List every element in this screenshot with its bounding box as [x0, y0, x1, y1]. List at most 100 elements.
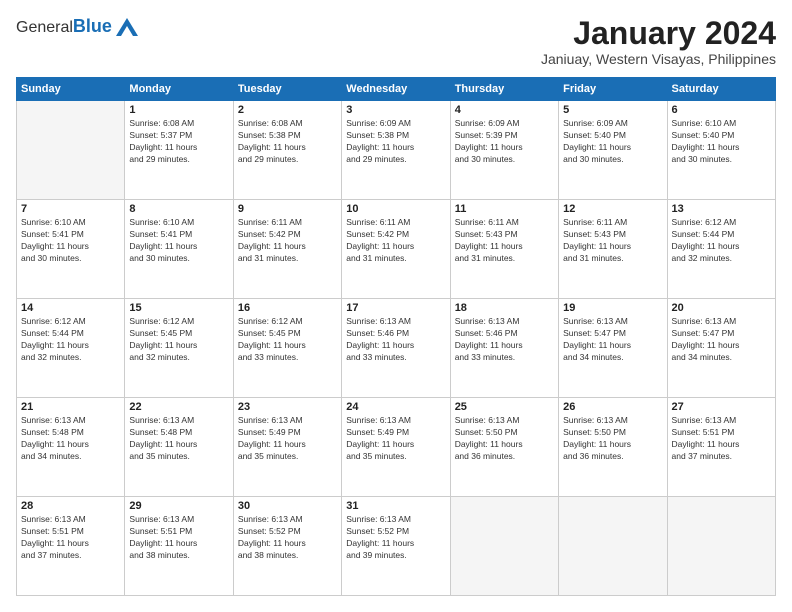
table-row: 15Sunrise: 6:12 AMSunset: 5:45 PMDayligh…: [125, 299, 233, 398]
day-number: 6: [672, 104, 771, 116]
cell-info: Sunrise: 6:09 AMSunset: 5:39 PMDaylight:…: [455, 118, 554, 166]
cell-info: Sunrise: 6:13 AMSunset: 5:49 PMDaylight:…: [346, 415, 445, 463]
day-number: 19: [563, 302, 662, 314]
day-number: 12: [563, 203, 662, 215]
cell-info: Sunrise: 6:13 AMSunset: 5:46 PMDaylight:…: [455, 316, 554, 364]
cell-info: Sunrise: 6:11 AMSunset: 5:43 PMDaylight:…: [455, 217, 554, 265]
table-row: 26 Sunrise: 6:13 AMSunset: 5:50 PMDayligh…: [559, 398, 667, 497]
cell-info: Sunrise: 6:13 AMSunset: 5:52 PMDaylight:…: [238, 514, 337, 562]
calendar-week-row: 7 Sunrise: 6:10 AMSunset: 5:41 PMDaylight…: [17, 200, 776, 299]
table-row: 13 Sunrise: 6:12 AMSunset: 5:44 PMDayligh…: [667, 200, 775, 299]
day-number: 24: [346, 401, 445, 413]
cell-info: Sunrise: 6:11 AMSunset: 5:42 PMDaylight:…: [346, 217, 445, 265]
cell-info: Sunrise: 6:09 AMSunset: 5:38 PMDaylight:…: [346, 118, 445, 166]
header: GeneralBlue January 2024 Janiuay, Wester…: [16, 16, 776, 67]
table-row: 12Sunrise: 6:11 AMSunset: 5:43 PMDayligh…: [559, 200, 667, 299]
cell-info: Sunrise: 6:11 AMSunset: 5:42 PMDaylight:…: [238, 217, 337, 265]
cell-info: Sunrise: 6:13 AMSunset: 5:47 PMDaylight:…: [563, 316, 662, 364]
logo-general: General: [16, 19, 73, 36]
table-row: 19 Sunrise: 6:13 AMSunset: 5:47 PMDayligh…: [559, 299, 667, 398]
cell-info: Sunrise: 6:13 AMSunset: 5:50 PMDaylight:…: [455, 415, 554, 463]
day-number: 4: [455, 104, 554, 116]
day-number: 20: [672, 302, 771, 314]
page: GeneralBlue January 2024 Janiuay, Wester…: [0, 0, 792, 612]
day-number: 25: [455, 401, 554, 413]
table-row: 16 Sunrise: 6:12 AMSunset: 5:45 PMDayligh…: [233, 299, 341, 398]
calendar-table: Sunday Monday Tuesday Wednesday Thursday…: [16, 77, 776, 596]
calendar-week-row: 21Sunrise: 6:13 AMSunset: 5:48 PMDayligh…: [17, 398, 776, 497]
cell-info: Sunrise: 6:09 AMSunset: 5:40 PMDaylight:…: [563, 118, 662, 166]
col-sunday: Sunday: [17, 78, 125, 101]
cell-info: Sunrise: 6:13 AMSunset: 5:47 PMDaylight:…: [672, 316, 771, 364]
day-number: 5: [563, 104, 662, 116]
cell-info: Sunrise: 6:12 AMSunset: 5:45 PMDaylight:…: [129, 316, 228, 364]
day-number: 17: [346, 302, 445, 314]
table-row: 3Sunrise: 6:09 AMSunset: 5:38 PMDaylight…: [342, 101, 450, 200]
day-number: 14: [21, 302, 120, 314]
table-row: 30 Sunrise: 6:13 AMSunset: 5:52 PMDayligh…: [233, 497, 341, 596]
table-row: 2Sunrise: 6:08 AMSunset: 5:38 PMDaylight…: [233, 101, 341, 200]
location-subtitle: Janiuay, Western Visayas, Philippines: [541, 51, 776, 67]
table-row: 7 Sunrise: 6:10 AMSunset: 5:41 PMDaylight…: [17, 200, 125, 299]
col-saturday: Saturday: [667, 78, 775, 101]
table-row: 21Sunrise: 6:13 AMSunset: 5:48 PMDayligh…: [17, 398, 125, 497]
cell-info: Sunrise: 6:08 AMSunset: 5:37 PMDaylight:…: [129, 118, 228, 166]
cell-info: Sunrise: 6:12 AMSunset: 5:44 PMDaylight:…: [672, 217, 771, 265]
title-block: January 2024 Janiuay, Western Visayas, P…: [541, 16, 776, 67]
day-number: 13: [672, 203, 771, 215]
logo: GeneralBlue: [16, 16, 138, 37]
table-row: 8 Sunrise: 6:10 AMSunset: 5:41 PMDaylight…: [125, 200, 233, 299]
cell-info: Sunrise: 6:13 AMSunset: 5:52 PMDaylight:…: [346, 514, 445, 562]
cell-info: Sunrise: 6:13 AMSunset: 5:46 PMDaylight:…: [346, 316, 445, 364]
table-row: 31Sunrise: 6:13 AMSunset: 5:52 PMDayligh…: [342, 497, 450, 596]
table-row: 28 Sunrise: 6:13 AMSunset: 5:51 PMDayligh…: [17, 497, 125, 596]
day-number: 18: [455, 302, 554, 314]
col-monday: Monday: [125, 78, 233, 101]
table-row: 5 Sunrise: 6:09 AMSunset: 5:40 PMDaylight…: [559, 101, 667, 200]
cell-info: Sunrise: 6:12 AMSunset: 5:45 PMDaylight:…: [238, 316, 337, 364]
logo-blue: Blue: [73, 16, 112, 36]
table-row: 25 Sunrise: 6:13 AMSunset: 5:50 PMDayligh…: [450, 398, 558, 497]
table-row: 10 Sunrise: 6:11 AMSunset: 5:42 PMDayligh…: [342, 200, 450, 299]
day-number: 28: [21, 500, 120, 512]
logo-triangle-icon: [116, 18, 138, 36]
cell-info: Sunrise: 6:12 AMSunset: 5:44 PMDaylight:…: [21, 316, 120, 364]
table-row: 20 Sunrise: 6:13 AMSunset: 5:47 PMDayligh…: [667, 299, 775, 398]
table-row: [559, 497, 667, 596]
day-number: 16: [238, 302, 337, 314]
cell-info: Sunrise: 6:13 AMSunset: 5:51 PMDaylight:…: [129, 514, 228, 562]
calendar-week-row: 28 Sunrise: 6:13 AMSunset: 5:51 PMDayligh…: [17, 497, 776, 596]
day-number: 2: [238, 104, 337, 116]
cell-info: Sunrise: 6:13 AMSunset: 5:51 PMDaylight:…: [672, 415, 771, 463]
day-number: 10: [346, 203, 445, 215]
table-row: 18 Sunrise: 6:13 AMSunset: 5:46 PMDayligh…: [450, 299, 558, 398]
day-number: 1: [129, 104, 228, 116]
table-row: 23Sunrise: 6:13 AMSunset: 5:49 PMDayligh…: [233, 398, 341, 497]
cell-info: Sunrise: 6:13 AMSunset: 5:48 PMDaylight:…: [129, 415, 228, 463]
month-title: January 2024: [541, 16, 776, 51]
table-row: 27 Sunrise: 6:13 AMSunset: 5:51 PMDayligh…: [667, 398, 775, 497]
table-row: 14 Sunrise: 6:12 AMSunset: 5:44 PMDayligh…: [17, 299, 125, 398]
cell-info: Sunrise: 6:10 AMSunset: 5:41 PMDaylight:…: [129, 217, 228, 265]
day-number: 7: [21, 203, 120, 215]
col-wednesday: Wednesday: [342, 78, 450, 101]
day-number: 11: [455, 203, 554, 215]
cell-info: Sunrise: 6:10 AMSunset: 5:41 PMDaylight:…: [21, 217, 120, 265]
day-number: 8: [129, 203, 228, 215]
logo-text: GeneralBlue: [16, 16, 112, 37]
col-friday: Friday: [559, 78, 667, 101]
table-row: 24 Sunrise: 6:13 AMSunset: 5:49 PMDayligh…: [342, 398, 450, 497]
cell-info: Sunrise: 6:13 AMSunset: 5:51 PMDaylight:…: [21, 514, 120, 562]
col-tuesday: Tuesday: [233, 78, 341, 101]
day-number: 30: [238, 500, 337, 512]
table-row: 17 Sunrise: 6:13 AMSunset: 5:46 PMDayligh…: [342, 299, 450, 398]
table-row: 11 Sunrise: 6:11 AMSunset: 5:43 PMDayligh…: [450, 200, 558, 299]
cell-info: Sunrise: 6:13 AMSunset: 5:50 PMDaylight:…: [563, 415, 662, 463]
table-row: 4 Sunrise: 6:09 AMSunset: 5:39 PMDaylight…: [450, 101, 558, 200]
day-number: 26: [563, 401, 662, 413]
table-row: [17, 101, 125, 200]
table-row: 22Sunrise: 6:13 AMSunset: 5:48 PMDayligh…: [125, 398, 233, 497]
day-number: 27: [672, 401, 771, 413]
table-row: 6Sunrise: 6:10 AMSunset: 5:40 PMDaylight…: [667, 101, 775, 200]
table-row: 29Sunrise: 6:13 AMSunset: 5:51 PMDayligh…: [125, 497, 233, 596]
